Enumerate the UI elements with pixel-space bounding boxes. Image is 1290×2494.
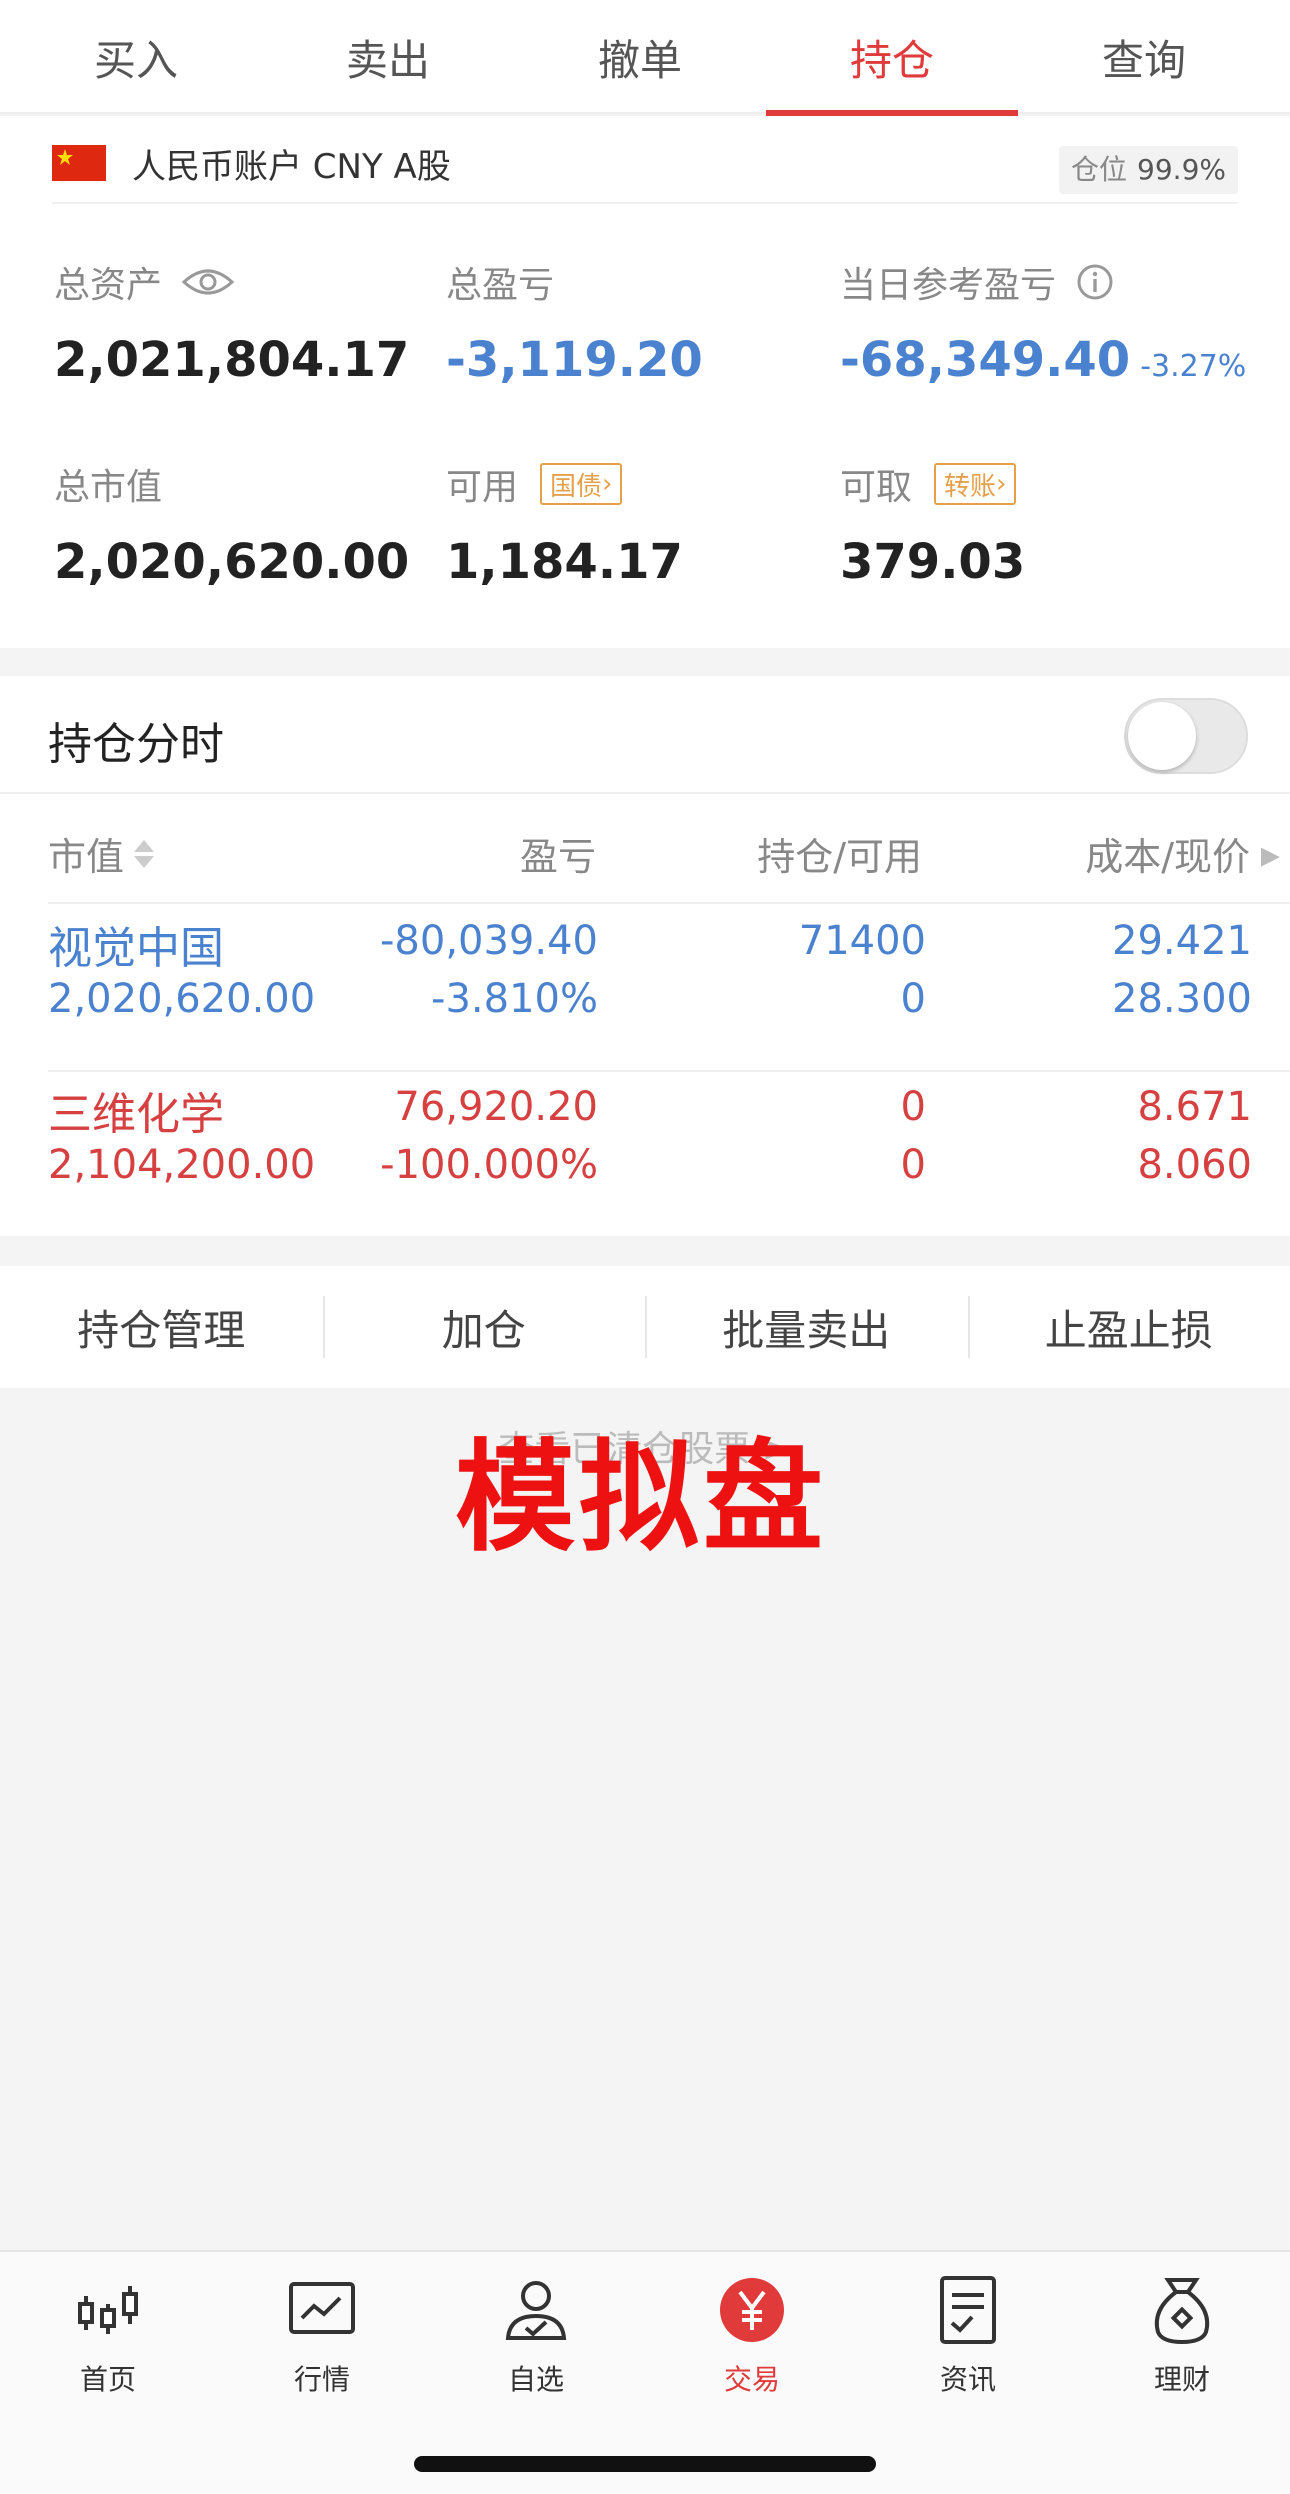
nav-news[interactable]: 资讯 [878,2270,1058,2410]
tab-buy[interactable]: 买入 [10,0,262,114]
sort-icon [134,839,155,868]
yuan-icon [712,2270,792,2350]
withdrawable-label: 可取 [840,467,913,508]
holdings-actions: 持仓管理 加仓 批量卖出 止盈止损 [0,1266,1290,1388]
money-bag-icon [1142,2270,1222,2350]
total-pl: 总盈亏 -3,119.20 [446,260,703,388]
chevron-right-icon: ▸ [1260,831,1280,876]
stock-cost: 8.671 [1137,1084,1252,1130]
col-market-value-label: 市值 [48,835,125,879]
chevron-right-icon: › [996,469,1007,499]
col-market-value[interactable]: 市值 [48,826,156,881]
daily-pl: 当日参考盈亏 -68,349.40 -3.27% [840,260,1246,388]
tab-sell[interactable]: 卖出 [262,0,514,114]
bond-label: 国债 [550,471,603,502]
withdrawable-value: 379.03 [840,534,1026,590]
transfer-button[interactable]: 转账 › [934,463,1017,505]
withdrawable: 可取 转账 › 379.03 [840,462,1025,590]
stock-available: 0 [900,1142,926,1188]
user-check-icon [496,2270,576,2350]
position-value: 99.9% [1137,153,1226,186]
table-row[interactable]: 视觉中国 2,020,620.00 -80,039.40 -3.810% 714… [0,912,1290,1078]
available-label: 可用 [446,467,519,508]
col-cost-price-label: 成本/现价 [1085,835,1250,879]
bond-button[interactable]: 国债 › [540,463,623,505]
candlestick-icon [68,2270,148,2350]
stock-cost: 29.421 [1112,918,1252,964]
chevron-right-icon: › [602,469,613,499]
stock-position: 0 [900,1084,926,1130]
holdings-title: 持仓分时 [48,719,224,770]
total-assets-label: 总资产 [54,265,163,306]
home-indicator[interactable] [414,2456,876,2472]
transfer-label: 转账 [944,471,997,502]
nav-home[interactable]: 首页 [18,2270,198,2410]
stock-pl-pct: -3.810% [431,976,598,1022]
holdings-header: 持仓分时 [0,676,1290,794]
total-assets-value: 2,021,804.17 [54,332,410,388]
col-cost-price[interactable]: 成本/现价 ▸ [1085,826,1280,881]
batch-sell-button[interactable]: 批量卖出 [645,1266,968,1388]
account-summary: 人民币账户 CNY A股 仓位 99.9% 总资产 2,021,804.17 总盈… [0,116,1290,648]
daily-pl-value: -68,349.40 [840,332,1131,388]
stock-available: 0 [900,976,926,1022]
document-icon [928,2270,1008,2350]
nav-news-label: 资讯 [939,2363,996,2396]
table-row[interactable]: 三维化学 2,104,200.00 76,920.20 -100.000% 0 … [0,1078,1290,1244]
tab-query[interactable]: 查询 [1018,0,1270,114]
holdings-section: 持仓分时 市值 盈亏 持仓/可用 成本/现价 ▸ 视觉中国 2,020,620.… [0,676,1290,1236]
toggle-knob [1128,702,1196,770]
nav-wealth[interactable]: 理财 [1092,2270,1272,2410]
nav-trade[interactable]: 交易 [662,2270,842,2410]
account-row[interactable]: 人民币账户 CNY A股 仓位 99.9% [52,140,1238,204]
col-pl: 盈亏 [519,835,596,879]
china-flag-icon [52,145,106,181]
market-value-label: 总市值 [54,467,163,508]
position-label: 仓位 [1071,153,1128,186]
stock-position: 71400 [798,918,926,964]
nav-watchlist-label: 自选 [507,2363,564,2396]
stop-profit-loss-button[interactable]: 止盈止损 [967,1266,1290,1388]
stock-price: 28.300 [1112,976,1252,1022]
daily-pl-label: 当日参考盈亏 [840,265,1057,306]
simulation-watermark: 模拟盘 [455,1429,827,1568]
nav-trade-label: 交易 [723,2363,780,2396]
stock-pl: -80,039.40 [379,918,598,964]
stock-pl: 76,920.20 [394,1084,598,1130]
available-value: 1,184.17 [446,534,683,590]
daily-pl-pct: -3.27% [1140,349,1247,384]
stock-pl-pct: -100.000% [380,1142,598,1188]
stock-market-value: 2,104,200.00 [48,1142,316,1188]
manage-holdings-button[interactable]: 持仓管理 [0,1266,323,1388]
add-position-button[interactable]: 加仓 [322,1266,646,1388]
divider [48,1070,1290,1072]
account-name: 人民币账户 CNY A股 [132,146,451,187]
available: 可用 国债 › 1,184.17 [446,462,683,590]
stock-name: 三维化学 [48,1089,224,1140]
top-tabs: 买入 卖出 撤单 持仓 查询 [0,0,1290,116]
stock-name: 视觉中国 [48,923,224,974]
total-assets: 总资产 2,021,804.17 [54,260,409,388]
nav-home-label: 首页 [79,2363,136,2396]
col-position: 持仓/可用 [757,835,922,879]
stock-price: 8.060 [1137,1142,1252,1188]
info-icon[interactable] [1076,263,1114,301]
total-pl-label: 总盈亏 [446,265,555,306]
market-value-value: 2,020,620.00 [54,534,410,590]
total-pl-value: -3,119.20 [446,332,703,388]
stock-market-value: 2,020,620.00 [48,976,316,1022]
nav-market[interactable]: 行情 [232,2270,412,2410]
tab-holdings[interactable]: 持仓 [766,0,1018,116]
intraday-toggle[interactable] [1124,698,1248,774]
nav-watchlist[interactable]: 自选 [446,2270,626,2410]
eye-icon[interactable] [182,266,235,298]
position-badge: 仓位 99.9% [1059,146,1238,194]
chart-icon [282,2270,362,2350]
market-value: 总市值 2,020,620.00 [54,462,409,590]
nav-wealth-label: 理财 [1153,2363,1210,2396]
divider [48,902,1290,904]
tab-cancel[interactable]: 撤单 [514,0,766,114]
nav-market-label: 行情 [293,2363,350,2396]
